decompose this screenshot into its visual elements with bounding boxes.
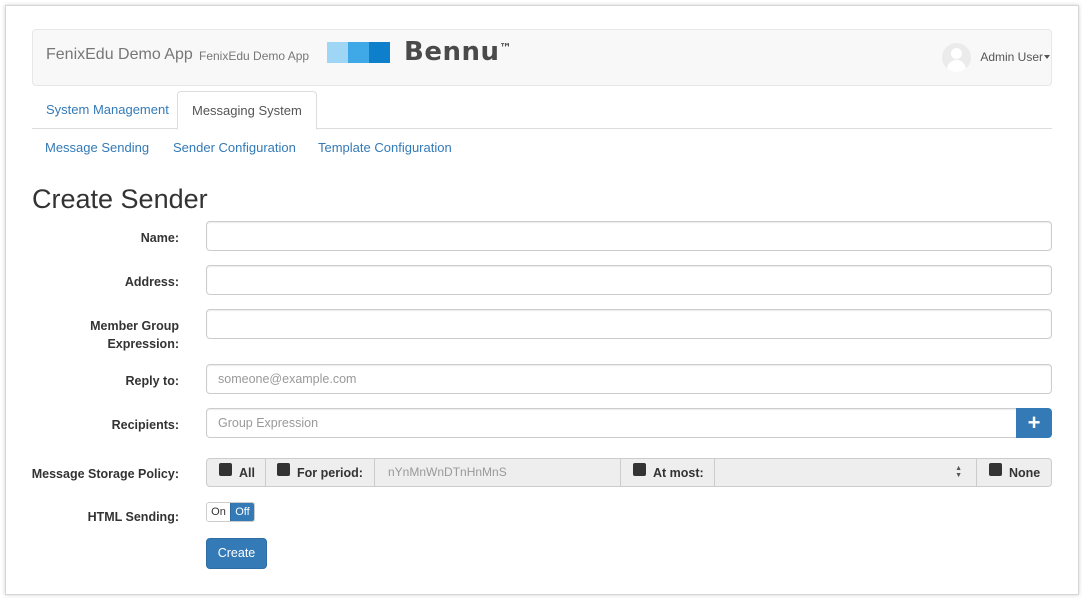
checkbox-icon[interactable] [277, 463, 290, 476]
app-subtitle: FenixEdu Demo App [199, 49, 310, 63]
add-recipient-button[interactable]: + [1016, 408, 1052, 438]
storage-none-label: None [1009, 465, 1041, 480]
reply-to-label: Reply to: [125, 374, 179, 388]
address-input[interactable] [206, 265, 1052, 295]
bennu-logo: Bennu™ [327, 37, 512, 67]
logo-block-light [327, 41, 348, 63]
subnav-message-sending[interactable]: Message Sending [45, 140, 149, 155]
checkbox-icon[interactable] [219, 463, 232, 476]
html-sending-toggle[interactable]: On Off [206, 502, 255, 522]
address-label: Address: [124, 275, 179, 289]
subnav-sender-configuration[interactable]: Sender Configuration [173, 140, 296, 155]
storage-at-most-label: At most: [653, 465, 704, 480]
storage-policy-group: All For period: nYnMnWnDTnHnMnS At most:… [206, 458, 1052, 487]
tab-system-management[interactable]: System Management [32, 91, 183, 129]
storage-all-label: All [239, 465, 255, 480]
storage-period-option[interactable]: For period: [266, 459, 375, 486]
toggle-on[interactable]: On [207, 503, 230, 521]
create-button[interactable]: Create [206, 538, 267, 569]
html-sending-label: HTML Sending: [87, 510, 179, 524]
toggle-off[interactable]: Off [230, 503, 254, 521]
chevron-down-icon [1044, 55, 1050, 59]
storage-policy-label: Message Storage Policy: [31, 467, 179, 481]
checkbox-icon[interactable] [989, 463, 1002, 476]
name-input[interactable] [206, 221, 1052, 251]
name-label: Name: [140, 231, 179, 245]
recipients-input[interactable]: Group Expression [206, 408, 1017, 438]
member-group-label: Member Group Expression: [0, 317, 179, 353]
logo-block-mid [348, 41, 369, 63]
main-tabs: System Management Messaging System [32, 91, 1052, 130]
storage-period-input[interactable]: nYnMnWnDTnHnMnS [375, 459, 621, 486]
top-navbar: FenixEdu Demo App FenixEdu Demo App Benn… [32, 29, 1052, 86]
checkbox-icon[interactable] [633, 463, 646, 476]
app-title[interactable]: FenixEdu Demo App [46, 46, 193, 64]
storage-at-most-input[interactable]: ▲ ▼ [715, 459, 977, 486]
spinner-icon[interactable]: ▲ ▼ [955, 465, 962, 479]
tab-messaging-system[interactable]: Messaging System [177, 91, 317, 130]
storage-none-option[interactable]: None [977, 459, 1051, 486]
subnav-template-configuration[interactable]: Template Configuration [318, 140, 452, 155]
storage-all-option[interactable]: All [207, 459, 266, 486]
storage-at-most-option[interactable]: At most: [621, 459, 715, 486]
user-name: Admin User [980, 50, 1043, 64]
recipients-label: Recipients: [111, 418, 179, 432]
plus-icon: + [1027, 410, 1041, 435]
member-group-label-line2: Expression: [107, 337, 179, 351]
storage-period-label: For period: [297, 465, 363, 480]
member-group-label-line1: Member Group [90, 319, 179, 333]
member-group-input[interactable] [206, 309, 1052, 339]
avatar-icon [942, 42, 972, 72]
logo-text: Bennu™ [404, 37, 512, 67]
logo-block-dark [369, 41, 390, 63]
page-title: Create Sender [32, 184, 208, 214]
user-menu[interactable]: Admin User [942, 42, 1051, 72]
reply-to-input[interactable]: someone@example.com [206, 364, 1052, 394]
